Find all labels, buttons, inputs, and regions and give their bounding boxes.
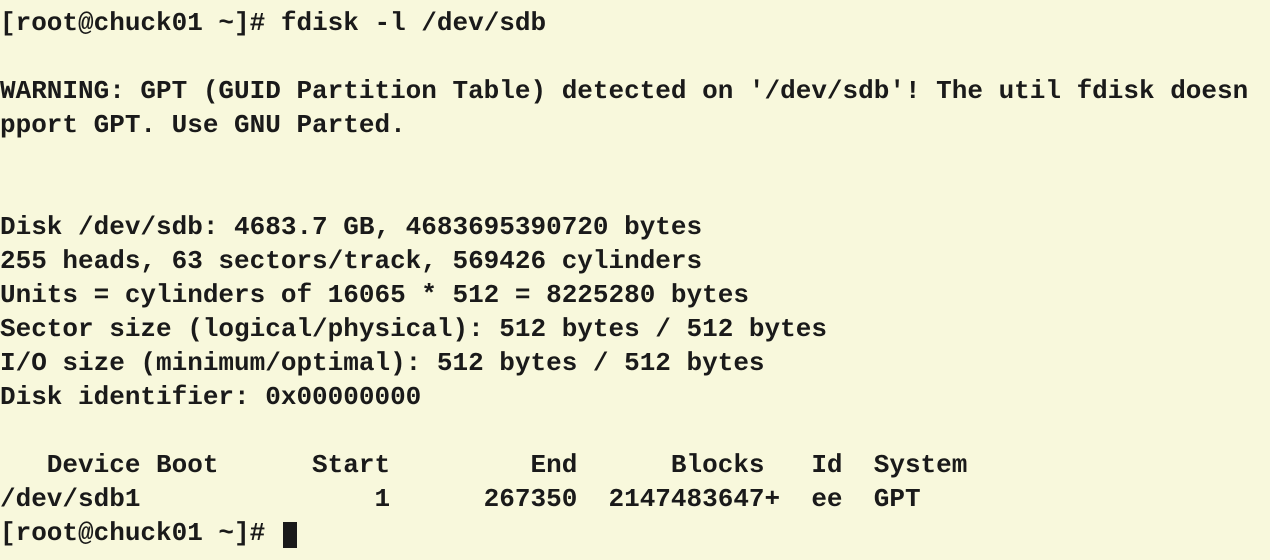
command-text: fdisk -l /dev/sdb bbox=[281, 8, 546, 38]
disk-info-line: Units = cylinders of 16065 * 512 = 82252… bbox=[0, 280, 749, 310]
disk-info-line: 255 heads, 63 sectors/track, 569426 cyli… bbox=[0, 246, 702, 276]
prompt-text: [root@chuck01 ~]# bbox=[0, 8, 281, 38]
disk-info-line: Disk /dev/sdb: 4683.7 GB, 4683695390720 … bbox=[0, 212, 702, 242]
disk-info-line: Disk identifier: 0x00000000 bbox=[0, 382, 421, 412]
partition-table-header: Device Boot Start End Blocks Id System bbox=[0, 450, 967, 480]
disk-info-line: Sector size (logical/physical): 512 byte… bbox=[0, 314, 827, 344]
prompt-line-1: [root@chuck01 ~]# fdisk -l /dev/sdb bbox=[0, 8, 546, 38]
cursor[interactable] bbox=[283, 522, 297, 548]
partition-table-row: /dev/sdb1 1 267350 2147483647+ ee GPT bbox=[0, 484, 921, 514]
prompt-line-2: [root@chuck01 ~]# bbox=[0, 518, 297, 548]
warning-line-1: WARNING: GPT (GUID Partition Table) dete… bbox=[0, 76, 1248, 106]
terminal-output[interactable]: [root@chuck01 ~]# fdisk -l /dev/sdb WARN… bbox=[0, 0, 1270, 550]
warning-line-2: pport GPT. Use GNU Parted. bbox=[0, 110, 406, 140]
disk-info-line: I/O size (minimum/optimal): 512 bytes / … bbox=[0, 348, 765, 378]
prompt-text: [root@chuck01 ~]# bbox=[0, 518, 281, 548]
